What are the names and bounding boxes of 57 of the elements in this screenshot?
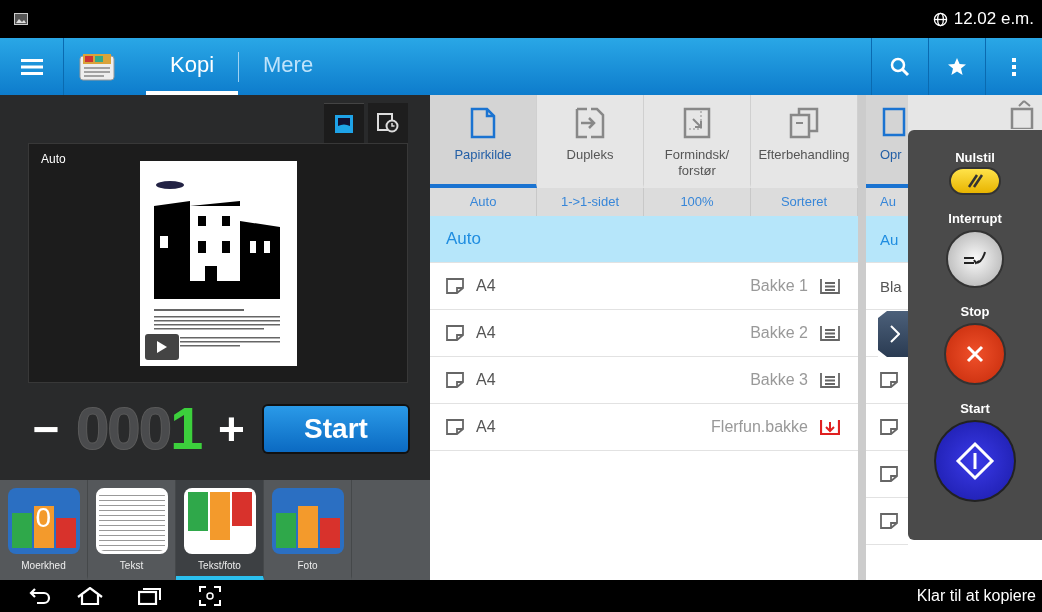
back-icon	[29, 587, 51, 605]
preview-tab[interactable]	[324, 103, 364, 143]
page-outline-icon	[882, 107, 906, 139]
search-icon	[890, 56, 910, 77]
image-icon	[14, 13, 28, 25]
mode-option[interactable]: 0 Moerkhed	[0, 480, 88, 580]
mode-option[interactable]: Tekst	[88, 480, 176, 580]
tray-icon	[820, 371, 840, 389]
mode-option[interactable]: Foto	[264, 480, 352, 580]
setting-value: Au	[879, 193, 897, 211]
darkness-value: 0	[35, 502, 52, 534]
paper-icon	[446, 325, 464, 341]
paper-icon	[880, 419, 898, 435]
action-label: Start	[960, 401, 990, 416]
recent-apps-icon	[138, 587, 162, 605]
clock-time: 12.02 e.m.	[953, 9, 1034, 29]
decrease-button[interactable]: −	[26, 406, 66, 452]
start-button[interactable]: Start	[264, 406, 408, 452]
reset-button[interactable]	[949, 167, 1001, 195]
panel-toggle-handle[interactable]	[878, 311, 908, 357]
increase-button[interactable]: +	[211, 406, 252, 452]
globe-icon	[932, 11, 948, 27]
preview-label: Auto	[41, 152, 66, 166]
close-icon	[966, 345, 984, 363]
double-slash-icon	[966, 174, 984, 188]
manual-feed-icon	[820, 418, 840, 436]
tray-icon	[820, 277, 840, 295]
paper-icon	[446, 372, 464, 388]
paper-icon	[880, 513, 898, 529]
play-icon	[155, 339, 168, 354]
stacked-pages-icon	[789, 107, 819, 139]
image-preview-icon	[334, 113, 354, 134]
paper-icon	[880, 372, 898, 388]
action-label: Interrupt	[948, 211, 1002, 226]
action-label: Nulstil	[955, 150, 995, 165]
home-icon	[77, 587, 103, 605]
paper-icon	[446, 278, 464, 294]
star-icon	[947, 56, 967, 77]
mode-option[interactable]: Tekst/foto	[176, 480, 264, 580]
action-label: Stop	[960, 304, 990, 319]
more-icon	[1011, 56, 1017, 77]
status-message: Klar til at kopiere	[916, 587, 1036, 605]
page-icon	[470, 107, 496, 139]
preview-tab[interactable]	[368, 103, 408, 143]
paper-icon	[446, 419, 464, 435]
start-icon	[955, 441, 995, 481]
menu-icon	[20, 57, 43, 76]
resize-icon	[683, 107, 711, 139]
copier-app-icon	[78, 51, 116, 82]
screen-capture-icon	[199, 586, 221, 606]
chevron-right-icon	[890, 325, 900, 343]
settings-tab[interactable]: Papirkilde	[430, 95, 537, 188]
duplex-icon	[575, 107, 605, 139]
settings-tab[interactable]: Opr	[866, 95, 908, 188]
tray-icon	[820, 324, 840, 342]
page-clock-icon	[377, 113, 399, 133]
paper-icon	[880, 466, 898, 482]
